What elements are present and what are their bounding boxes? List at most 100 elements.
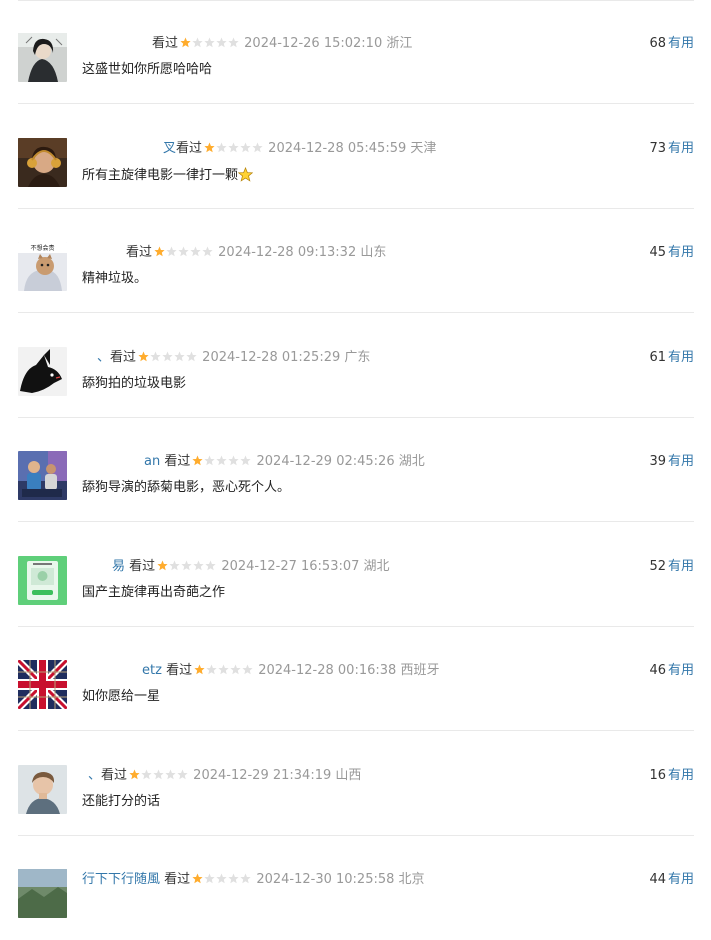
star-empty-icon bbox=[204, 37, 215, 48]
useful-button[interactable]: 有用 bbox=[668, 663, 694, 678]
comment-time: 2024-12-29 21:34:19 bbox=[193, 767, 332, 783]
star-filled-icon bbox=[192, 873, 203, 884]
comment-time: 2024-12-26 15:02:10 bbox=[244, 36, 383, 51]
useful-button[interactable]: 有用 bbox=[668, 559, 694, 574]
comment-time: 2024-12-27 16:53:07 bbox=[221, 558, 360, 574]
username[interactable]: 、 bbox=[97, 350, 110, 365]
star-empty-icon bbox=[192, 37, 203, 48]
avatar[interactable] bbox=[18, 660, 67, 709]
username[interactable]: 叉 bbox=[163, 141, 176, 156]
vote-area: 16 有用 bbox=[649, 768, 694, 784]
comment-time: 2024-12-28 01:25:29 bbox=[202, 349, 341, 365]
location: 山西 bbox=[335, 767, 362, 783]
location: 北京 bbox=[398, 872, 425, 887]
comment-time: 2024-12-28 05:45:59 bbox=[268, 140, 407, 156]
username[interactable]: 行下下行随風 bbox=[82, 872, 160, 887]
star-empty-icon bbox=[174, 351, 185, 361]
username[interactable]: an bbox=[144, 454, 160, 469]
rating-stars bbox=[192, 455, 252, 471]
review-text: 所有主旋律电影一律打一颗 bbox=[82, 166, 254, 184]
location: 湖北 bbox=[398, 454, 425, 469]
review-text-body: 所有主旋律电影一律打一颗 bbox=[82, 167, 239, 183]
useful-button[interactable]: 有用 bbox=[668, 350, 694, 365]
review-item: 看过 2024-12-26 15:02:10 浙江 68 有用 这盛世如你所愿哈哈… bbox=[0, 0, 711, 104]
star-empty-icon bbox=[205, 560, 216, 570]
review-text: 如你愿给一星 bbox=[82, 689, 161, 704]
watched-label: 看过 bbox=[164, 872, 191, 887]
useful-button[interactable]: 有用 bbox=[668, 245, 694, 260]
avatar[interactable]: 不想会责 bbox=[18, 242, 67, 291]
watched-label: 看过 bbox=[166, 663, 193, 678]
review-item: 、看过 2024-12-29 21:34:19 山西 16 有用 还能打分的话 bbox=[0, 732, 711, 836]
avatar[interactable] bbox=[18, 137, 67, 187]
vote-count: 16 bbox=[649, 767, 666, 783]
username[interactable]: 、 bbox=[88, 768, 101, 783]
star-empty-icon bbox=[141, 769, 152, 779]
review-item: an 看过 2024-12-29 02:45:26 湖北 39 有用 舔狗导演的舔… bbox=[0, 418, 711, 522]
location: 广东 bbox=[344, 349, 371, 365]
review-text: 舔狗拍的垃圾电影 bbox=[82, 375, 187, 391]
star-empty-icon bbox=[216, 37, 227, 48]
watched-label: 看过 bbox=[110, 349, 137, 365]
star-empty-icon bbox=[204, 873, 215, 884]
useful-button[interactable]: 有用 bbox=[668, 768, 694, 783]
review-text: 国产主旋律再出奇葩之作 bbox=[82, 584, 226, 600]
review-meta: 行下下行随風 看过 2024-12-30 10:25:58 北京 bbox=[82, 872, 425, 889]
review-meta: 、看过 2024-12-29 21:34:19 山西 bbox=[88, 768, 361, 785]
useful-button[interactable]: 有用 bbox=[668, 36, 694, 51]
watched-label: 看过 bbox=[129, 558, 156, 574]
watched-label: 看过 bbox=[126, 245, 153, 260]
watched-label: 看过 bbox=[164, 454, 191, 469]
vote-area: 39 有用 bbox=[649, 454, 694, 470]
rating-stars bbox=[154, 246, 214, 262]
username[interactable]: 易 bbox=[112, 559, 125, 574]
review-item: 易 看过 2024-12-27 16:53:07 湖北 52 有用 国产主旋律再出… bbox=[0, 523, 711, 627]
avatar[interactable] bbox=[18, 764, 67, 814]
useful-button[interactable]: 有用 bbox=[668, 141, 694, 156]
avatar[interactable] bbox=[18, 346, 67, 396]
review-meta: 看过 2024-12-28 09:13:32 山东 bbox=[126, 245, 386, 262]
star-empty-icon bbox=[216, 873, 227, 884]
review-meta: etz 看过 2024-12-28 00:16:38 西班牙 bbox=[142, 663, 439, 680]
star-empty-icon bbox=[153, 769, 164, 779]
star-filled-icon bbox=[129, 769, 140, 779]
review-item: 不想会责 看过 2024-12-28 09:13:32 山东 45 有用 精神垃圾… bbox=[0, 209, 711, 313]
username[interactable]: etz bbox=[142, 663, 162, 678]
star-empty-icon bbox=[165, 769, 176, 779]
avatar[interactable] bbox=[18, 33, 67, 82]
star-empty-icon bbox=[216, 142, 227, 152]
vote-count: 73 bbox=[649, 140, 666, 156]
star-filled-icon bbox=[138, 351, 149, 361]
review-item: etz 看过 2024-12-28 00:16:38 西班牙 46 有用 如你愿给… bbox=[0, 627, 711, 731]
vote-count: 46 bbox=[649, 663, 666, 678]
vote-area: 46 有用 bbox=[649, 663, 694, 679]
svg-text:不想会责: 不想会责 bbox=[30, 244, 54, 252]
review-meta: 易 看过 2024-12-27 16:53:07 湖北 bbox=[112, 559, 390, 576]
review-meta: 看过 2024-12-26 15:02:10 浙江 bbox=[152, 36, 412, 53]
useful-button[interactable]: 有用 bbox=[668, 454, 694, 469]
star-filled-icon bbox=[194, 664, 205, 675]
avatar[interactable] bbox=[18, 451, 67, 500]
location: 西班牙 bbox=[400, 663, 440, 678]
avatar[interactable] bbox=[18, 555, 67, 605]
star-empty-icon bbox=[181, 560, 192, 570]
star-empty-icon bbox=[193, 560, 204, 570]
star-empty-icon bbox=[230, 664, 241, 675]
star-empty-icon bbox=[150, 351, 161, 361]
rating-stars bbox=[157, 560, 217, 576]
star-empty-icon bbox=[242, 664, 253, 675]
star-empty-icon bbox=[228, 142, 239, 152]
avatar[interactable] bbox=[18, 869, 67, 918]
star-empty-icon bbox=[240, 455, 251, 466]
vote-count: 68 bbox=[649, 36, 666, 51]
useful-button[interactable]: 有用 bbox=[668, 872, 694, 887]
vote-count: 52 bbox=[649, 558, 666, 574]
watched-label: 看过 bbox=[152, 36, 179, 51]
star-filled-icon bbox=[157, 560, 168, 570]
star-empty-icon bbox=[162, 351, 173, 361]
vote-area: 61 有用 bbox=[649, 350, 694, 366]
star-filled-icon bbox=[204, 142, 215, 152]
star-empty-icon bbox=[252, 142, 263, 152]
vote-area: 45 有用 bbox=[649, 245, 694, 261]
review-text: 这盛世如你所愿哈哈哈 bbox=[82, 62, 213, 77]
